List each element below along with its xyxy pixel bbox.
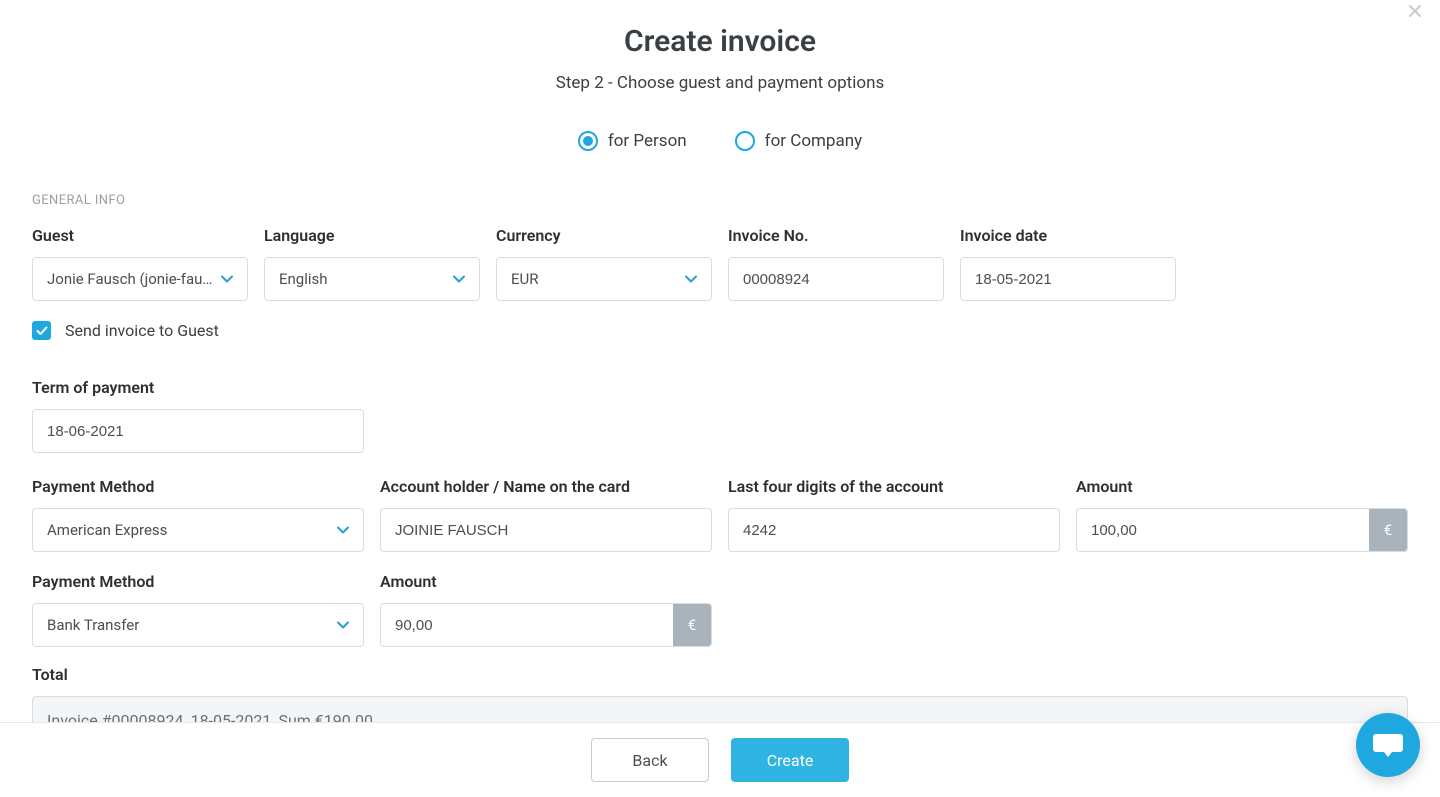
radio-label: for Company	[765, 131, 862, 151]
amount-2-input[interactable]	[381, 604, 673, 646]
currency-symbol-badge: €	[1369, 509, 1407, 551]
send-invoice-label: Send invoice to Guest	[65, 321, 219, 340]
account-holder-label: Account holder / Name on the card	[380, 477, 712, 496]
language-label: Language	[264, 226, 480, 245]
payment-method-2-label: Payment Method	[32, 572, 364, 591]
payment-method-2-value: Bank Transfer	[47, 616, 329, 634]
chat-fab[interactable]	[1356, 713, 1420, 777]
radio-icon	[735, 131, 755, 151]
guest-label: Guest	[32, 226, 248, 245]
last-four-label: Last four digits of the account	[728, 477, 1060, 496]
chat-icon	[1372, 730, 1404, 760]
invoice-type-radios: for Person for Company	[32, 131, 1408, 151]
page-title: Create invoice	[32, 24, 1408, 59]
language-select[interactable]: English	[264, 257, 480, 301]
payment-method-1-label: Payment Method	[32, 477, 364, 496]
amount-1-input[interactable]	[1077, 509, 1369, 551]
last-four-input[interactable]	[728, 508, 1060, 552]
guest-value: Jonie Fausch (jonie-fau…	[47, 270, 213, 288]
page-subtitle: Step 2 - Choose guest and payment option…	[32, 73, 1408, 93]
currency-label: Currency	[496, 226, 712, 245]
currency-value: EUR	[511, 270, 677, 288]
section-general-info: GENERAL INFO	[32, 193, 1408, 208]
invoice-date-label: Invoice date	[960, 226, 1176, 245]
term-label: Term of payment	[32, 378, 1408, 397]
account-holder-input[interactable]	[380, 508, 712, 552]
radio-label: for Person	[608, 131, 687, 151]
back-button[interactable]: Back	[591, 738, 709, 782]
payment-method-2-select[interactable]: Bank Transfer	[32, 603, 364, 647]
invoice-no-label: Invoice No.	[728, 226, 944, 245]
radio-for-person[interactable]: for Person	[578, 131, 687, 151]
payment-method-1-value: American Express	[47, 521, 329, 539]
currency-symbol-badge: €	[673, 604, 711, 646]
amount-2-label: Amount	[380, 572, 712, 591]
chevron-down-icon	[685, 275, 697, 283]
amount-1-label: Amount	[1076, 477, 1408, 496]
term-of-payment-input[interactable]	[32, 409, 364, 453]
send-invoice-checkbox[interactable]	[32, 321, 51, 340]
chevron-down-icon	[221, 275, 233, 283]
footer-bar: Back Create	[0, 722, 1440, 797]
chevron-down-icon	[337, 526, 349, 534]
radio-for-company[interactable]: for Company	[735, 131, 862, 151]
close-icon[interactable]	[1406, 2, 1430, 26]
invoice-date-input[interactable]	[960, 257, 1176, 301]
radio-icon	[578, 131, 598, 151]
language-value: English	[279, 270, 445, 288]
payment-method-1-select[interactable]: American Express	[32, 508, 364, 552]
guest-select[interactable]: Jonie Fausch (jonie-fau…	[32, 257, 248, 301]
total-label: Total	[32, 665, 1408, 684]
chevron-down-icon	[337, 621, 349, 629]
invoice-no-input[interactable]	[728, 257, 944, 301]
create-button[interactable]: Create	[731, 738, 849, 782]
chevron-down-icon	[453, 275, 465, 283]
currency-select[interactable]: EUR	[496, 257, 712, 301]
